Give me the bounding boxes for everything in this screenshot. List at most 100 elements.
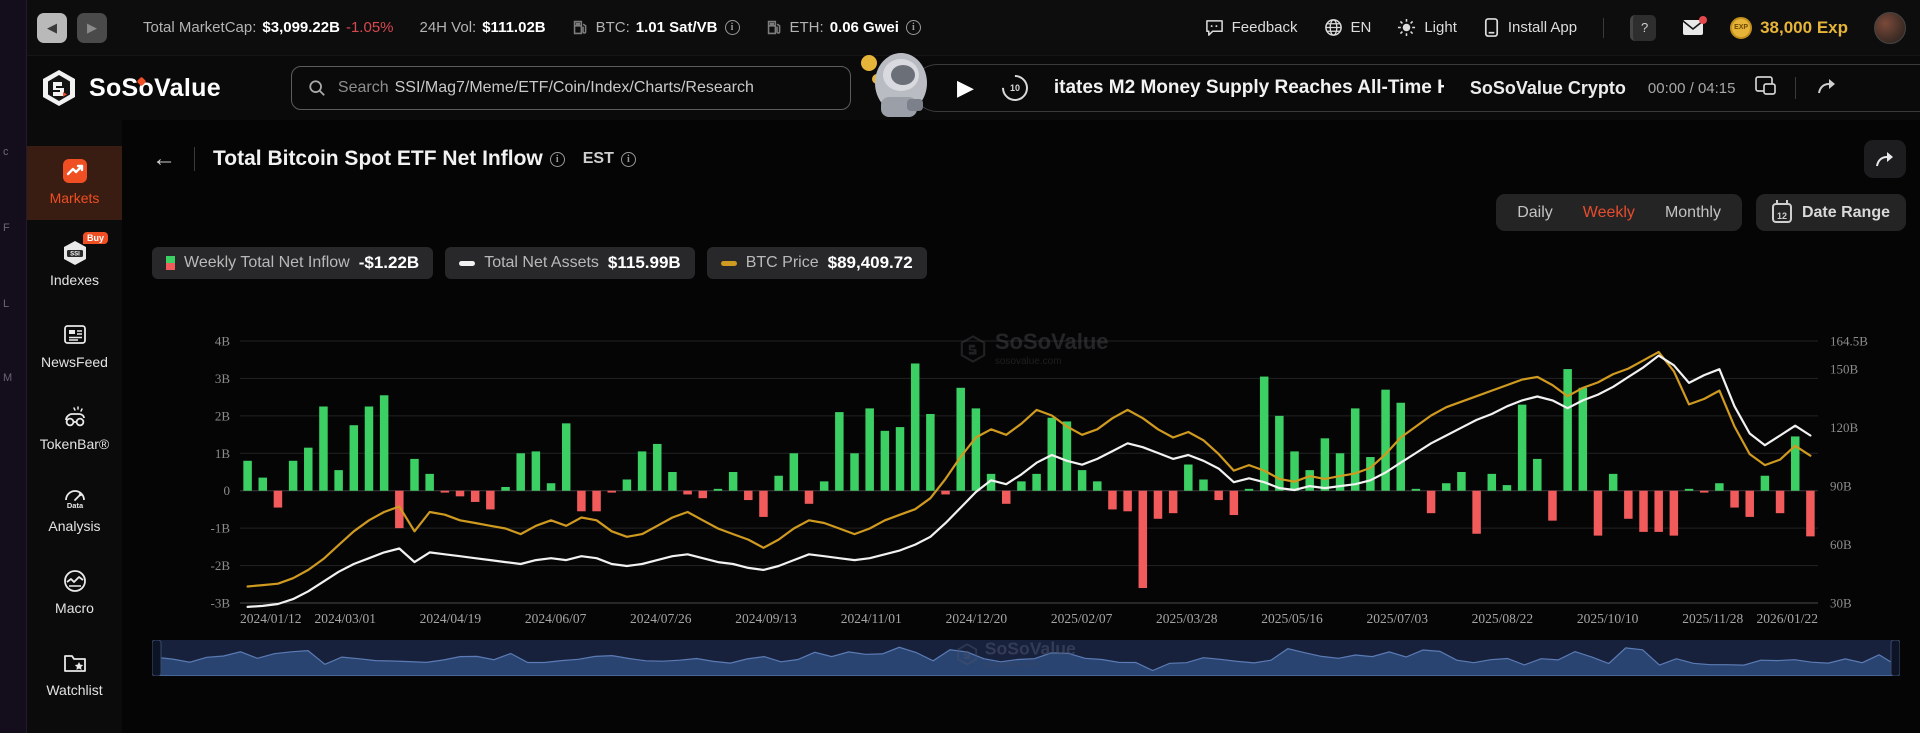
sidebar-item-analysis[interactable]: Data Analysis [27,474,122,548]
language-selector[interactable]: EN [1324,18,1372,37]
player-track-title[interactable]: itates M2 Money Supply Reaches All-Time … [1054,77,1444,99]
back-button[interactable]: ← [152,145,176,173]
info-icon[interactable]: i [621,152,636,167]
x-axis-label: 2024/04/19 [420,611,482,626]
left-axis-tick: 4B [215,334,231,349]
eth-gas-label: ETH: [790,19,824,36]
sosovalue-logo[interactable]: SoSoValue [39,68,221,108]
left-axis-tick: -2B [211,558,231,573]
inflow-bar [1063,421,1071,490]
x-axis-label: 2025/03/28 [1156,611,1218,626]
inflow-bar [1321,438,1329,490]
search-input[interactable]: Search SSI/Mag7/Meme/ETF/Coin/Index/Char… [291,66,851,110]
line-swatch-icon [459,261,475,266]
right-axis-tick: 164.5B [1830,334,1868,349]
volume-value: $111.02B [482,19,545,36]
sidebar-item-markets[interactable]: Markets [27,146,122,220]
watchlist-folder-star-icon [62,650,88,676]
share-icon[interactable] [1816,76,1838,101]
date-range-label: Date Range [1802,204,1890,222]
market-cap-label: Total MarketCap: [143,19,256,36]
inflow-bar [456,491,464,497]
sidebar-item-label: Markets [50,190,100,206]
inflow-bar [547,483,555,490]
x-axis-label: 2024/09/13 [735,611,797,626]
inflow-bar [1685,489,1693,491]
info-icon[interactable]: i [725,20,740,35]
tab-monthly[interactable]: Monthly [1650,204,1736,222]
btc-gas-value: 1.01 Sat/VB [636,19,718,36]
tab-daily[interactable]: Daily [1502,204,1568,222]
inflow-bar [516,453,524,490]
range-handle-left [152,640,161,676]
inflow-bar [941,491,949,495]
install-app-button[interactable]: Install App [1483,18,1577,37]
divider [194,147,195,171]
inflow-bar [1518,405,1526,491]
theme-toggle[interactable]: Light [1397,18,1457,37]
inbox-button[interactable] [1682,19,1704,36]
top-status-bar: ◀ ▶ Total MarketCap: $3,099.22B -1.05% 2… [27,0,1920,56]
playlist-icon[interactable] [1755,76,1777,101]
astronaut-mascot-image [851,49,939,121]
etf-inflow-chart[interactable]: 4B3B2B1B0-1B-2B-3B164.5B150B120B90B60B30… [152,333,1906,636]
x-axis-label: 2024/12/20 [946,611,1008,626]
sidebar-item-macro[interactable]: Macro [27,556,122,630]
inflow-bar [1503,485,1511,491]
exp-coin-icon: EXP [1730,17,1752,39]
tab-weekly[interactable]: Weekly [1568,204,1650,222]
macro-globe-icon [62,568,88,594]
sidebar-item-label: Analysis [48,518,100,534]
chart-canvas[interactable]: 4B3B2B1B0-1B-2B-3B164.5B150B120B90B60B30… [152,333,1902,631]
legend-btc-price[interactable]: BTC Price$89,409.72 [707,247,927,279]
page-title: Total Bitcoin Spot ETF Net Inflow [213,147,543,171]
x-axis-label: 2025/07/03 [1366,611,1428,626]
markets-chart-icon [62,158,88,184]
sun-icon [1397,18,1416,37]
date-range-button[interactable]: 12 Date Range [1756,194,1906,231]
legend-net-inflow[interactable]: Weekly Total Net Inflow-$1.22B [152,247,433,279]
x-axis-label: 2025/10/10 [1577,611,1639,626]
inflow-bar [820,481,828,490]
inflow-bar [607,491,615,493]
sidebar-item-watchlist[interactable]: Watchlist [27,638,122,712]
info-icon[interactable]: i [906,20,921,35]
exp-points[interactable]: EXP 38,000 Exp [1730,17,1848,39]
inflow-bar [1472,491,1480,534]
inflow-bar [365,407,373,491]
inflow-bar [319,407,327,491]
search-placeholder-prefix: Search [338,79,389,97]
user-avatar[interactable] [1874,12,1906,44]
inflow-bar [410,459,418,491]
inflow-bar [911,363,919,490]
chart-range-slider[interactable]: SoSoValuesosovalue.com [152,640,1900,676]
info-icon[interactable]: i [550,152,565,167]
sidebar-item-indexes[interactable]: Buy SSI Indexes [27,228,122,302]
inflow-bar [471,491,479,502]
play-button[interactable]: ▶ [957,75,974,101]
share-chart-button[interactable] [1864,140,1906,178]
inflow-bar [1670,491,1678,536]
browser-back-button[interactable]: ◀ [37,13,67,43]
bar-swatch-icon [166,256,175,270]
calendar-icon: 12 [1772,203,1792,223]
inflow-bar [1139,491,1147,588]
sidebar-item-tokenbar[interactable]: TokenBar® [27,392,122,466]
inflow-bar [441,491,449,493]
inflow-bar [1396,403,1404,491]
left-axis-tick: -3B [211,596,231,611]
inflow-bar [1745,491,1753,517]
eth-gas-value: 0.06 Gwei [830,19,899,36]
browser-forward-button[interactable]: ▶ [77,13,107,43]
inflow-bar [1366,457,1374,491]
inflow-bar [577,491,585,512]
inflow-bar [243,461,251,491]
feedback-button[interactable]: Feedback [1205,18,1298,37]
x-axis-label: 2025/02/07 [1051,611,1113,626]
range-slider-canvas[interactable] [152,640,1900,676]
market-cap-stat: Total MarketCap: $3,099.22B -1.05% [143,19,394,36]
sidebar-item-newsfeed[interactable]: NewsFeed [27,310,122,384]
help-guide-icon[interactable]: ? [1630,15,1656,41]
legend-net-assets[interactable]: Total Net Assets$115.99B [445,247,695,279]
chart-legend: Weekly Total Net Inflow-$1.22B Total Net… [152,247,1906,279]
